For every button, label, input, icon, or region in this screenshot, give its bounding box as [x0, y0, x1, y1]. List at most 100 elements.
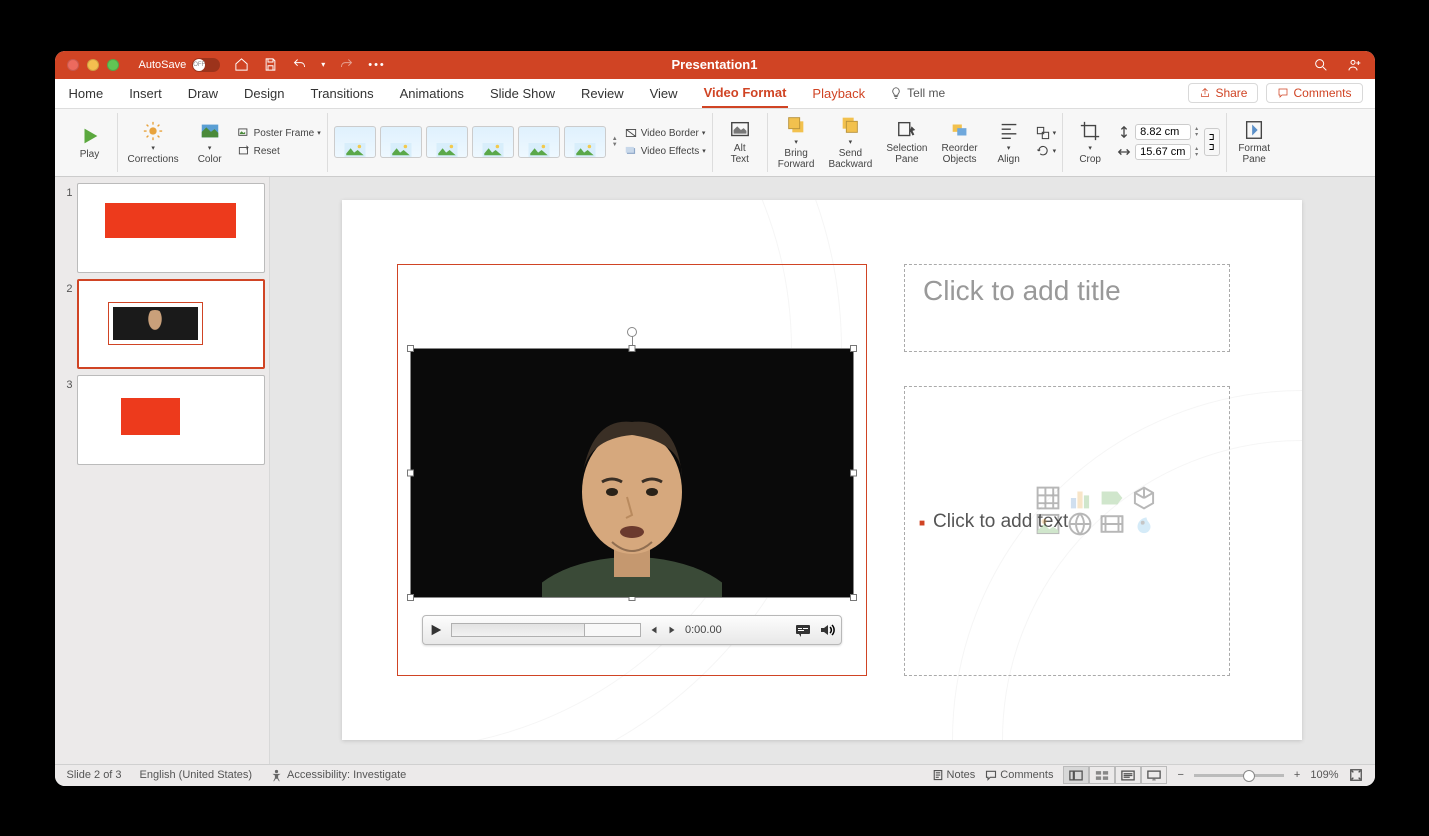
- tab-transitions[interactable]: Transitions: [309, 79, 376, 108]
- resize-handle[interactable]: [850, 470, 857, 477]
- tab-slideshow[interactable]: Slide Show: [488, 79, 557, 108]
- zoom-in-button[interactable]: +: [1294, 769, 1300, 781]
- reading-view-button[interactable]: [1115, 766, 1141, 784]
- color-button[interactable]: ▾ Color: [189, 118, 231, 167]
- tab-review[interactable]: Review: [579, 79, 626, 108]
- reset-button[interactable]: Reset: [237, 144, 321, 158]
- selection-pane-button[interactable]: Selection Pane: [882, 117, 931, 167]
- tab-draw[interactable]: Draw: [186, 79, 220, 108]
- undo-dropdown-icon[interactable]: ▾: [321, 60, 325, 69]
- captions-button[interactable]: [795, 622, 811, 638]
- tab-playback[interactable]: Playback: [810, 79, 867, 108]
- resize-handle[interactable]: [407, 345, 414, 352]
- resize-handle[interactable]: [850, 345, 857, 352]
- normal-view-button[interactable]: [1063, 766, 1089, 784]
- fit-to-window-button[interactable]: [1349, 768, 1363, 782]
- comments-status-button[interactable]: Comments: [985, 769, 1053, 781]
- video-border-button[interactable]: Video Border ▾: [624, 126, 706, 140]
- undo-icon[interactable]: [292, 57, 307, 72]
- video-step-back-button[interactable]: [649, 625, 659, 635]
- content-insert-icons: [1035, 487, 1159, 535]
- language-indicator[interactable]: English (United States): [140, 769, 253, 781]
- width-input[interactable]: [1135, 144, 1191, 160]
- height-spinner[interactable]: ▴▾: [1195, 126, 1198, 138]
- zoom-slider[interactable]: [1194, 774, 1284, 777]
- text-placeholder[interactable]: Click to add text: [904, 386, 1230, 676]
- collaborate-icon[interactable]: [1347, 57, 1363, 73]
- tab-design[interactable]: Design: [242, 79, 286, 108]
- notes-button[interactable]: Notes: [932, 769, 976, 781]
- volume-button[interactable]: [819, 622, 835, 638]
- send-backward-button[interactable]: ▾Send Backward: [824, 112, 876, 172]
- title-placeholder[interactable]: Click to add title: [904, 264, 1230, 352]
- slide-thumbnail-3[interactable]: [77, 375, 265, 465]
- slide-indicator[interactable]: Slide 2 of 3: [67, 769, 122, 781]
- style-preset[interactable]: [564, 126, 606, 158]
- home-icon[interactable]: [234, 57, 249, 72]
- alt-text-button[interactable]: Alt Text: [719, 117, 761, 167]
- format-pane-button[interactable]: Format Pane: [1233, 117, 1275, 167]
- tab-home[interactable]: Home: [67, 79, 106, 108]
- rotate-handle[interactable]: [627, 327, 637, 337]
- tab-insert[interactable]: Insert: [127, 79, 164, 108]
- lock-aspect-button[interactable]: [1204, 128, 1220, 156]
- tell-me[interactable]: Tell me: [889, 86, 945, 100]
- style-preset[interactable]: [472, 126, 514, 158]
- insert-smartart-icon[interactable]: [1099, 487, 1125, 509]
- comments-button[interactable]: Comments: [1266, 83, 1362, 103]
- style-preset[interactable]: [334, 126, 376, 158]
- insert-picture-icon[interactable]: [1035, 513, 1061, 535]
- play-button[interactable]: Play: [69, 123, 111, 162]
- insert-icon-icon[interactable]: [1131, 513, 1157, 535]
- crop-button[interactable]: ▾Crop: [1069, 118, 1111, 167]
- poster-frame-button[interactable]: Poster Frame ▾: [237, 126, 321, 140]
- style-preset[interactable]: [426, 126, 468, 158]
- slideshow-view-button[interactable]: [1141, 766, 1167, 784]
- slide-canvas[interactable]: 0:00.00 Click to add title Click to add …: [270, 177, 1375, 764]
- reorder-objects-button[interactable]: Reorder Objects: [938, 117, 982, 167]
- sorter-view-button[interactable]: [1089, 766, 1115, 784]
- minimize-window-button[interactable]: [87, 59, 99, 71]
- group-button[interactable]: ▾: [1036, 126, 1057, 140]
- video-progress-bar[interactable]: [451, 623, 641, 637]
- zoom-level[interactable]: 109%: [1310, 769, 1338, 781]
- resize-handle[interactable]: [407, 594, 414, 601]
- video-object[interactable]: [410, 348, 854, 598]
- slide-thumbnail-2[interactable]: [77, 279, 265, 369]
- bring-forward-button[interactable]: ▾Bring Forward: [774, 112, 819, 172]
- gallery-scroll[interactable]: ▲▼: [612, 136, 618, 148]
- resize-handle[interactable]: [850, 594, 857, 601]
- height-input[interactable]: [1135, 124, 1191, 140]
- close-window-button[interactable]: [67, 59, 79, 71]
- share-button[interactable]: Share: [1188, 83, 1258, 103]
- tab-video-format[interactable]: Video Format: [702, 79, 789, 108]
- maximize-window-button[interactable]: [107, 59, 119, 71]
- slide-thumbnail-1[interactable]: [77, 183, 265, 273]
- tab-view[interactable]: View: [648, 79, 680, 108]
- style-preset[interactable]: [380, 126, 422, 158]
- insert-online-picture-icon[interactable]: [1067, 513, 1093, 535]
- style-preset[interactable]: [518, 126, 560, 158]
- autosave-toggle[interactable]: OFF: [192, 58, 220, 72]
- insert-video-icon[interactable]: [1099, 513, 1125, 535]
- more-icon[interactable]: •••: [368, 59, 386, 71]
- resize-handle[interactable]: [407, 470, 414, 477]
- align-button[interactable]: ▾Align: [988, 118, 1030, 167]
- video-effects-button[interactable]: Video Effects ▾: [624, 144, 706, 158]
- insert-3d-icon[interactable]: [1131, 487, 1157, 509]
- video-styles-gallery[interactable]: [334, 126, 606, 158]
- accessibility-indicator[interactable]: Accessibility: Investigate: [270, 769, 406, 782]
- video-play-button[interactable]: [429, 623, 443, 637]
- video-step-forward-button[interactable]: [667, 625, 677, 635]
- save-icon[interactable]: [263, 57, 278, 72]
- search-icon[interactable]: [1313, 57, 1329, 73]
- zoom-out-button[interactable]: −: [1177, 769, 1183, 781]
- insert-chart-icon[interactable]: [1067, 487, 1093, 509]
- rotate-button[interactable]: ▾: [1036, 144, 1057, 158]
- resize-handle[interactable]: [629, 345, 636, 352]
- insert-table-icon[interactable]: [1035, 487, 1061, 509]
- width-spinner[interactable]: ▴▾: [1195, 146, 1198, 158]
- corrections-button[interactable]: ▾ Corrections: [124, 118, 183, 167]
- tab-animations[interactable]: Animations: [398, 79, 466, 108]
- redo-icon[interactable]: [339, 57, 354, 72]
